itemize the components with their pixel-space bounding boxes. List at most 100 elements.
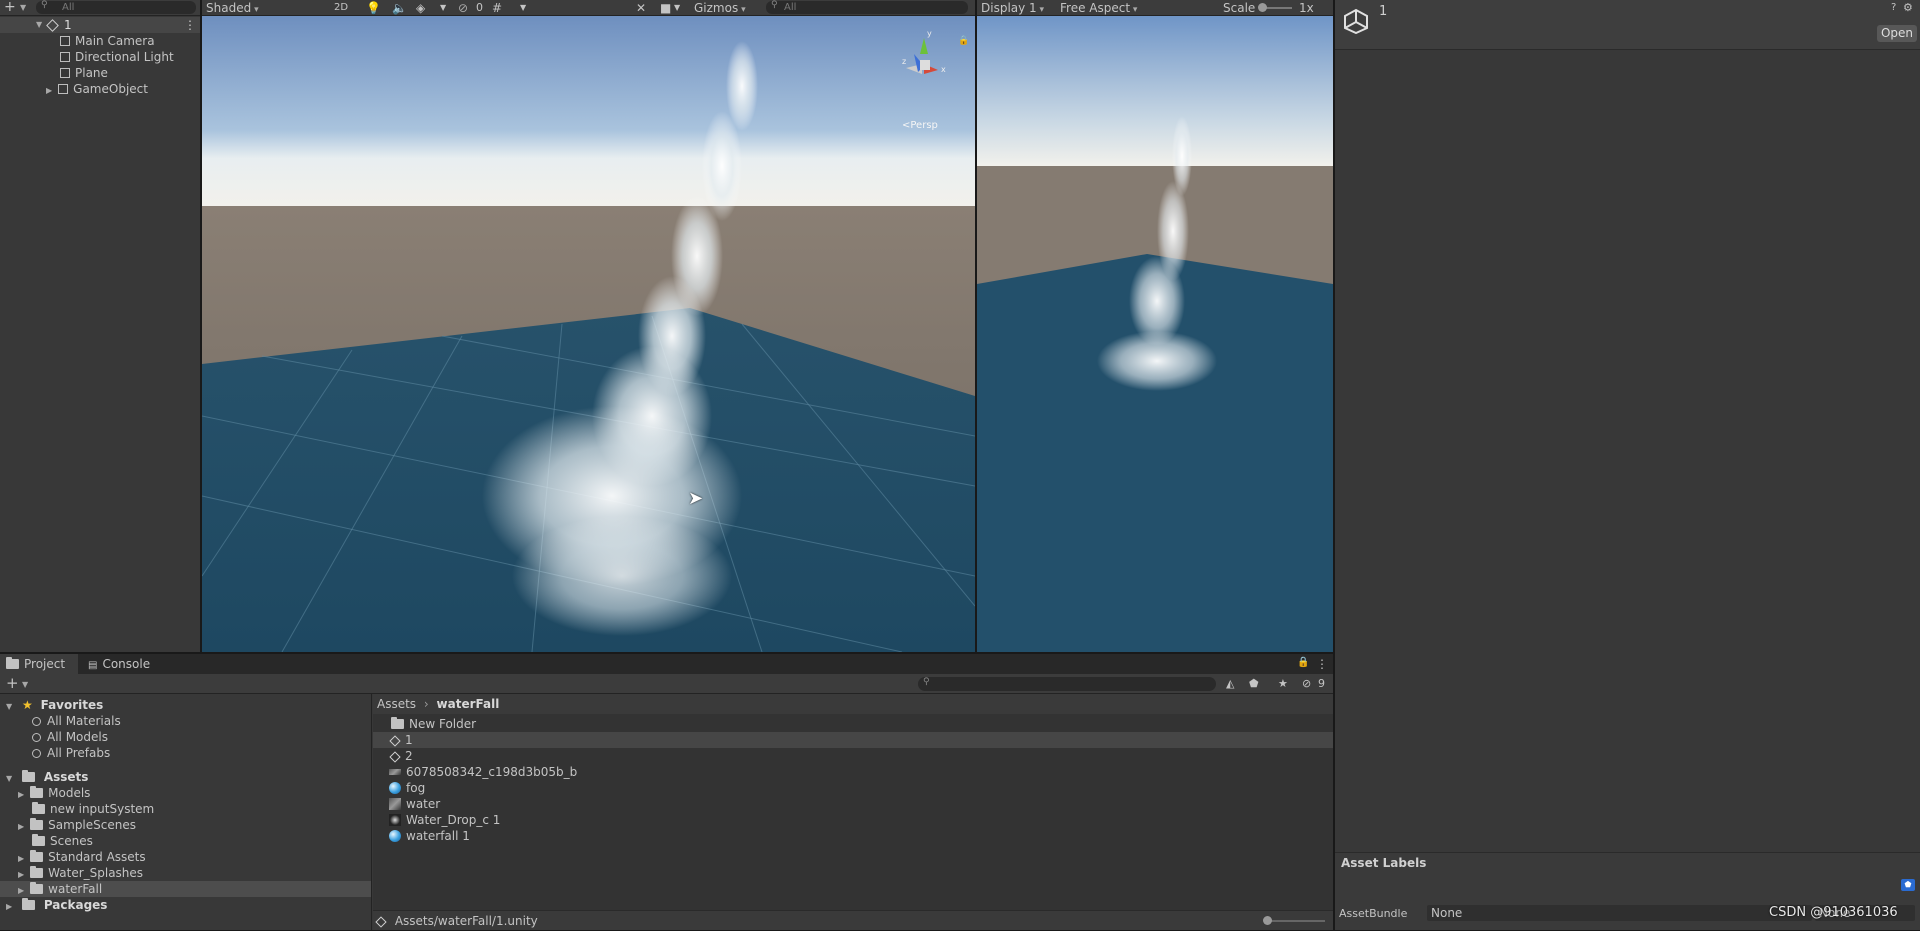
packages-header[interactable]: ▶ Packages: [6, 897, 107, 913]
effects-icon[interactable]: ◈: [416, 0, 425, 16]
create-add-icon[interactable]: +: [6, 676, 19, 691]
file-item[interactable]: water: [389, 796, 440, 812]
folder-icon: [30, 866, 44, 878]
favorites-header[interactable]: ▼ ★ Favorites: [6, 697, 103, 713]
axis-gizmo-icon: y x z: [902, 29, 946, 74]
tools-icon[interactable]: ✕: [636, 0, 646, 16]
settings-gear-icon[interactable]: ⚙: [1903, 1, 1913, 14]
scale-slider[interactable]: [1258, 3, 1292, 12]
open-button[interactable]: Open: [1877, 25, 1917, 42]
help-icon[interactable]: ?: [1891, 2, 1896, 13]
game-render: [977, 16, 1333, 652]
perspective-label[interactable]: <Persp: [902, 120, 938, 131]
file-item[interactable]: New Folder: [391, 716, 476, 732]
expand-arrow-icon[interactable]: ▶: [18, 790, 24, 799]
expand-arrow-icon[interactable]: ▶: [46, 86, 52, 95]
expand-arrow-icon[interactable]: ▼: [36, 17, 42, 33]
file-item-selected[interactable]: 1: [373, 732, 1333, 748]
asset-bundle-dropdown[interactable]: None: [1427, 905, 1812, 921]
favorite-star-icon[interactable]: ★: [1278, 677, 1288, 690]
svg-text:z: z: [902, 57, 906, 66]
display-dropdown[interactable]: Display 1: [981, 0, 1044, 16]
search-icon: [32, 749, 41, 758]
asset-folder[interactable]: ▶ Water_Splashes: [18, 865, 143, 881]
hierarchy-search-input[interactable]: ⚲ All: [36, 0, 196, 14]
expand-arrow-icon[interactable]: ▼: [6, 774, 12, 783]
asset-folder[interactable]: ▶ Standard Assets: [18, 849, 146, 865]
file-item[interactable]: waterfall 1: [389, 828, 470, 844]
expand-arrow-icon[interactable]: ▼: [6, 702, 12, 711]
scene-viewport[interactable]: y x z 🔒 <Persp ➤: [202, 16, 975, 652]
camera-dropdown-icon[interactable]: ▼: [674, 0, 680, 16]
scene-search-input[interactable]: ⚲ All: [766, 0, 968, 14]
breadcrumb-root[interactable]: Assets: [377, 697, 416, 711]
project-file-list: Assets › waterFall New Folder 1 2 607850…: [373, 694, 1333, 930]
hidden-packages-icon[interactable]: ⊘: [1302, 677, 1311, 690]
filter-by-type-icon[interactable]: ◭: [1226, 677, 1234, 690]
expand-arrow-icon[interactable]: ▶: [6, 902, 12, 911]
grid-icon[interactable]: #: [492, 0, 502, 16]
chevron-down-icon[interactable]: ▼: [20, 3, 26, 12]
icon-size-slider[interactable]: [1263, 916, 1325, 925]
icon-size-slider-thumb[interactable]: [1263, 916, 1272, 925]
asset-folder[interactable]: ▶ Models: [18, 785, 90, 801]
label-tag-icon[interactable]: ⬟: [1901, 879, 1915, 891]
inspector-title: 1: [1379, 4, 1388, 19]
file-item[interactable]: fog: [389, 780, 425, 796]
breadcrumb-current[interactable]: waterFall: [437, 697, 500, 711]
scene-menu-icon[interactable]: ⋮: [184, 17, 196, 33]
create-dropdown-icon[interactable]: ▼: [22, 680, 28, 689]
audio-icon[interactable]: 🔈: [392, 0, 407, 16]
shading-mode-label: Shaded: [206, 1, 252, 15]
asset-folder-selected[interactable]: ▶ waterFall: [0, 881, 371, 897]
file-item[interactable]: 6078508342_c198d3b05b_b: [389, 764, 577, 780]
effects-dropdown-icon[interactable]: ▼: [440, 0, 446, 16]
filter-by-label-icon[interactable]: ⬟: [1249, 677, 1259, 690]
hierarchy-item[interactable]: Main Camera: [60, 33, 155, 49]
asset-folder[interactable]: ▶ SampleScenes: [18, 817, 136, 833]
favorite-item-label: All Materials: [47, 714, 121, 728]
gizmos-dropdown[interactable]: Gizmos: [694, 0, 746, 16]
gizmo-lock-icon[interactable]: 🔒: [958, 36, 969, 46]
favorite-item[interactable]: All Materials: [32, 713, 121, 729]
scene-search-placeholder: All: [784, 2, 797, 13]
inspector-header: 1 ? ⚙ Open: [1335, 0, 1920, 50]
favorite-item[interactable]: All Prefabs: [32, 745, 110, 761]
tab-console[interactable]: ▤ Console: [88, 654, 150, 674]
lock-icon[interactable]: 🔒: [1297, 657, 1309, 668]
asset-folder-label: new inputSystem: [50, 802, 155, 816]
scene-view[interactable]: Shaded 2D 💡 🔈 ◈ ▼ ⊘ 0 # ▼ ✕ ■ ▼ Gizmos ⚲…: [202, 0, 975, 652]
asset-folder[interactable]: new inputSystem: [32, 801, 154, 817]
hierarchy-item[interactable]: Plane: [60, 65, 108, 81]
hierarchy-item[interactable]: ▶ GameObject: [46, 81, 148, 97]
project-search-input[interactable]: ⚲: [918, 677, 1216, 691]
game-view[interactable]: Display 1 Free Aspect Scale 1x: [977, 0, 1333, 652]
scale-slider-thumb[interactable]: [1258, 3, 1267, 12]
hierarchy-item[interactable]: Directional Light: [60, 49, 174, 65]
lighting-icon[interactable]: 💡: [366, 0, 381, 16]
mode-2d-button[interactable]: 2D: [334, 0, 348, 16]
axis-gizmo[interactable]: y x z 🔒 <Persp: [894, 24, 969, 131]
scene-icon: [375, 916, 387, 928]
shading-mode-dropdown[interactable]: Shaded: [206, 0, 324, 16]
scene-row[interactable]: ▼ 1 ⋮: [0, 17, 200, 33]
hidden-objects-icon[interactable]: ⊘: [458, 0, 468, 16]
open-button-label: Open: [1880, 26, 1914, 40]
assets-header[interactable]: ▼ Assets: [6, 769, 88, 785]
aspect-dropdown[interactable]: Free Aspect: [1060, 0, 1190, 16]
file-item-label: waterfall 1: [406, 829, 470, 843]
grid-dropdown-icon[interactable]: ▼: [520, 0, 526, 16]
asset-folder[interactable]: Scenes: [32, 833, 93, 849]
tab-project[interactable]: Project: [0, 654, 78, 674]
expand-arrow-icon[interactable]: ▶: [18, 822, 24, 831]
panel-menu-icon[interactable]: ⋮: [1316, 657, 1328, 671]
expand-arrow-icon[interactable]: ▶: [18, 886, 24, 895]
expand-arrow-icon[interactable]: ▶: [18, 854, 24, 863]
favorite-item[interactable]: All Models: [32, 729, 108, 745]
file-item[interactable]: 2: [389, 748, 413, 764]
add-icon[interactable]: +: [4, 0, 16, 14]
file-item[interactable]: Water_Drop_c 1: [389, 812, 500, 828]
scale-label: Scale: [1223, 1, 1256, 15]
camera-icon[interactable]: ■: [660, 0, 671, 16]
expand-arrow-icon[interactable]: ▶: [18, 870, 24, 879]
